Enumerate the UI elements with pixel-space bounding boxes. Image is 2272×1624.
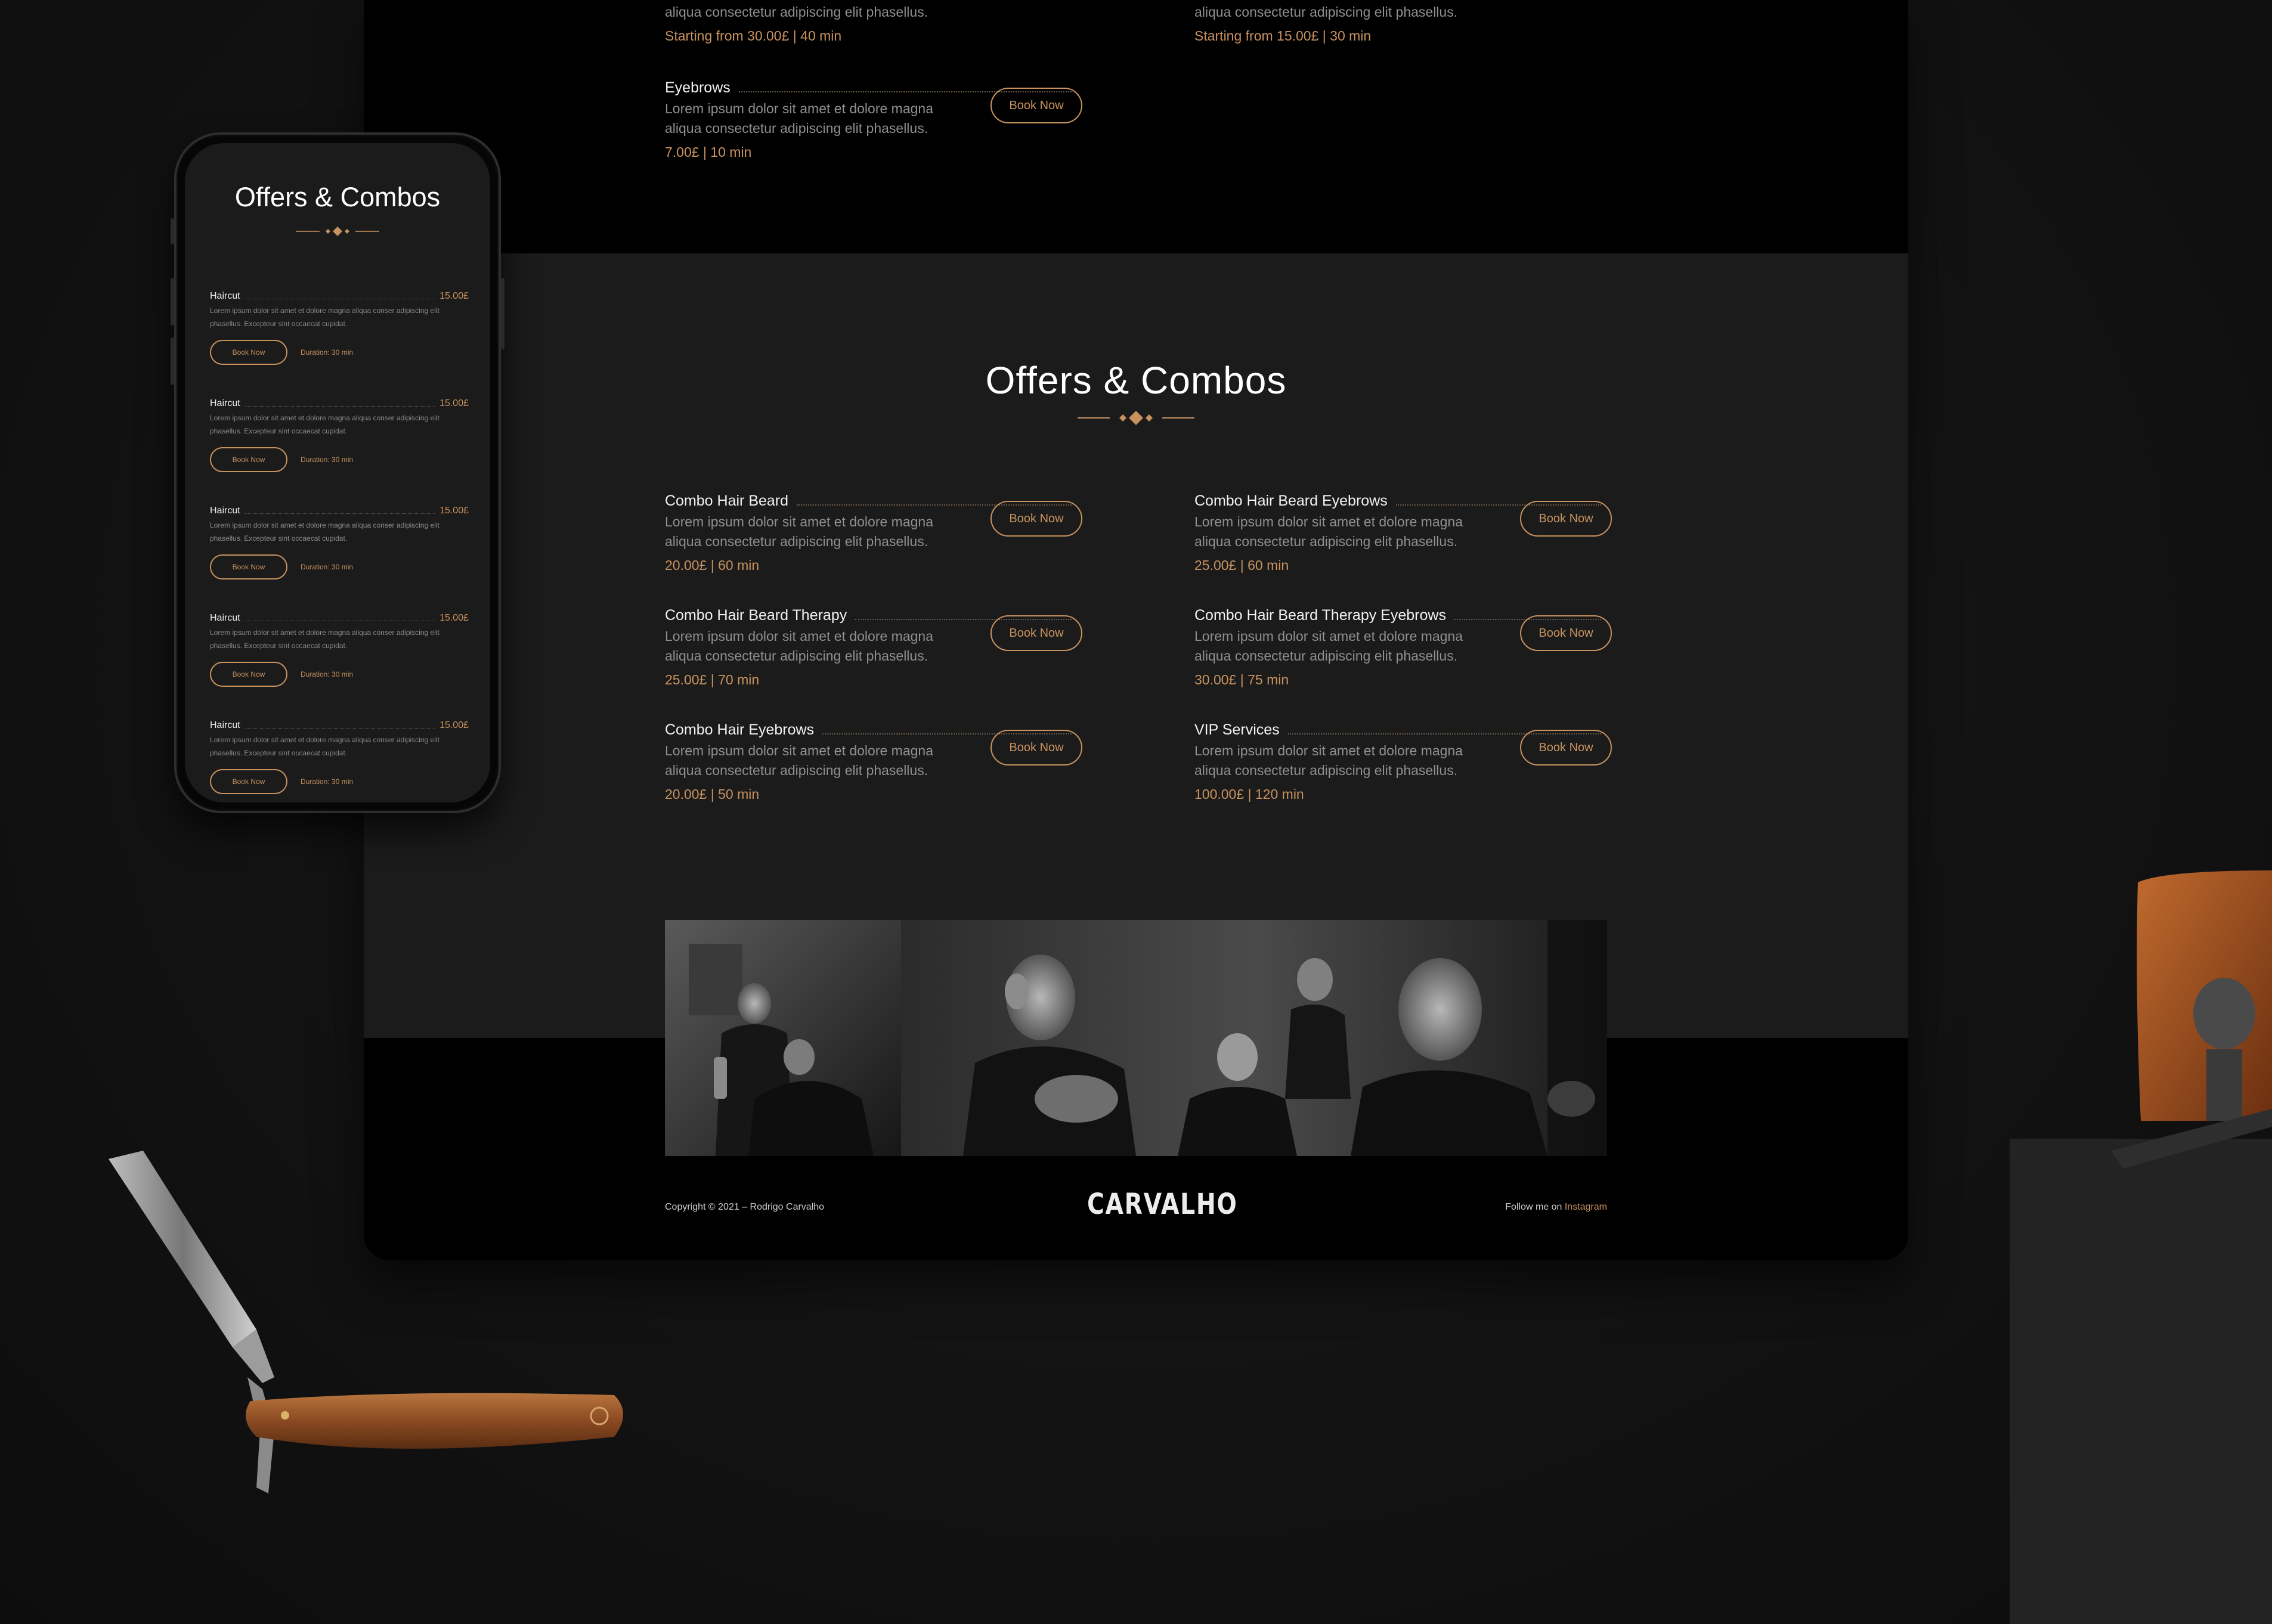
service-item: aliqua consectetur adipiscing elit phase… bbox=[665, 0, 1082, 44]
service-description: Lorem ipsum dolor sit amet et dolore mag… bbox=[665, 101, 933, 136]
book-now-button[interactable]: Book Now bbox=[210, 340, 287, 365]
offer-description: Lorem ipsum dolor sit amet et dolore mag… bbox=[1194, 628, 1463, 664]
mobile-item-price: 15.00£ bbox=[439, 506, 469, 516]
offer-description: Lorem ipsum dolor sit amet et dolore mag… bbox=[1194, 514, 1463, 549]
straight-razor-icon bbox=[109, 1151, 623, 1493]
mobile-item-duration: Duration: 30 min bbox=[301, 348, 354, 357]
copyright-text: Copyright © 2021 – Rodrigo Carvalho bbox=[665, 1202, 825, 1212]
offer-item: Combo Hair Beard Therapy Lorem ipsum dol… bbox=[665, 603, 1082, 688]
mobile-item-price: 15.00£ bbox=[439, 720, 469, 730]
book-now-button[interactable]: Book Now bbox=[210, 769, 287, 794]
service-item: aliqua consectetur adipiscing elit phase… bbox=[1194, 0, 1612, 44]
offer-description: Lorem ipsum dolor sit amet et dolore mag… bbox=[665, 743, 933, 778]
offer-price: 25.00£ | 60 min bbox=[1194, 557, 1289, 573]
offer-name: Combo Hair Beard Therapy bbox=[665, 607, 847, 624]
paper-holder-clip-icon bbox=[2010, 870, 2272, 1624]
mobile-item-price: 15.00£ bbox=[439, 398, 469, 408]
mobile-item-description: Lorem ipsum dolor sit amet et dolore mag… bbox=[210, 736, 439, 757]
offer-description: Lorem ipsum dolor sit amet et dolore mag… bbox=[665, 514, 933, 549]
book-now-button[interactable]: Book Now bbox=[1520, 615, 1612, 651]
service-description: aliqua consectetur adipiscing elit phase… bbox=[1194, 4, 1458, 20]
offer-price: 20.00£ | 50 min bbox=[665, 786, 760, 802]
mobile-item-name: Haircut bbox=[210, 291, 240, 301]
book-now-button[interactable]: Book Now bbox=[210, 447, 287, 472]
mobile-item-description: Lorem ipsum dolor sit amet et dolore mag… bbox=[210, 521, 439, 543]
mobile-item-name: Haircut bbox=[210, 613, 240, 623]
offer-item: Combo Hair Beard Lorem ipsum dolor sit a… bbox=[665, 488, 1082, 574]
offer-name: Combo Hair Beard Therapy Eyebrows bbox=[1194, 607, 1446, 624]
offer-price: 25.00£ | 70 min bbox=[665, 672, 760, 687]
mobile-item-duration: Duration: 30 min bbox=[301, 563, 354, 571]
offer-description: Lorem ipsum dolor sit amet et dolore mag… bbox=[665, 628, 933, 664]
mobile-item-name: Haircut bbox=[210, 398, 240, 408]
mobile-item-duration: Duration: 30 min bbox=[301, 455, 354, 464]
service-price: Starting from 30.00£ | 40 min bbox=[665, 28, 842, 44]
service-price: Starting from 15.00£ | 30 min bbox=[1194, 28, 1372, 44]
service-description: aliqua consectetur adipiscing elit phase… bbox=[665, 4, 928, 20]
book-now-button[interactable]: Book Now bbox=[990, 501, 1082, 537]
mobile-phone-mockup: Offers & Combos Haircut 15.00£ Lorem ips… bbox=[171, 132, 504, 813]
book-now-button[interactable]: Book Now bbox=[1520, 730, 1612, 765]
ornament-divider-icon bbox=[296, 227, 379, 236]
book-now-button[interactable]: Book Now bbox=[210, 554, 287, 579]
offer-item: Combo Hair Beard Eyebrows Lorem ipsum do… bbox=[1194, 488, 1612, 574]
service-name: Eyebrows bbox=[665, 79, 730, 96]
offer-price: 20.00£ | 60 min bbox=[665, 557, 760, 573]
offer-name: Combo Hair Beard bbox=[665, 492, 789, 509]
book-now-button[interactable]: Book Now bbox=[210, 662, 287, 687]
dotted-leader bbox=[244, 513, 435, 514]
book-now-button[interactable]: Book Now bbox=[990, 615, 1082, 651]
service-item-eyebrows: Eyebrows Lorem ipsum dolor sit amet et d… bbox=[665, 75, 1082, 160]
mobile-item-duration: Duration: 30 min bbox=[301, 777, 354, 786]
phone-side-button bbox=[501, 278, 504, 349]
carvalho-logo[interactable]: CARVALHO bbox=[1087, 1188, 1237, 1221]
mobile-item-name: Haircut bbox=[210, 720, 240, 730]
offer-item: Combo Hair Beard Therapy Eyebrows Lorem … bbox=[1194, 603, 1612, 688]
phone-side-button bbox=[171, 218, 174, 244]
mobile-item-name: Haircut bbox=[210, 506, 240, 516]
mobile-offer-item: Haircut 15.00£ Lorem ipsum dolor sit ame… bbox=[210, 290, 469, 365]
ornament-divider-icon bbox=[1078, 411, 1194, 425]
phone-side-button bbox=[171, 337, 174, 385]
offer-name: Combo Hair Eyebrows bbox=[665, 721, 815, 738]
phone-side-button bbox=[171, 278, 174, 326]
mobile-item-price: 15.00£ bbox=[439, 291, 469, 301]
instagram-link[interactable]: Instagram bbox=[1565, 1202, 1607, 1212]
offer-price: 100.00£ | 120 min bbox=[1194, 786, 1304, 802]
mobile-item-description: Lorem ipsum dolor sit amet et dolore mag… bbox=[210, 414, 439, 435]
offer-description: Lorem ipsum dolor sit amet et dolore mag… bbox=[1194, 743, 1463, 778]
book-now-button[interactable]: Book Now bbox=[1520, 501, 1612, 537]
dotted-leader bbox=[244, 406, 435, 407]
follow-label: Follow me on bbox=[1505, 1202, 1565, 1212]
offer-name: VIP Services bbox=[1194, 721, 1280, 738]
desktop-website-mockup: aliqua consectetur adipiscing elit phase… bbox=[364, 0, 1908, 1260]
follow-text: Follow me on Instagram bbox=[1505, 1202, 1607, 1213]
mobile-section-title: Offers & Combos bbox=[234, 182, 441, 212]
book-now-button[interactable]: Book Now bbox=[990, 730, 1082, 765]
barber-photo-strip bbox=[665, 920, 1607, 1156]
offer-price: 30.00£ | 75 min bbox=[1194, 672, 1289, 687]
mobile-offer-item: Haircut 15.00£ Lorem ipsum dolor sit ame… bbox=[210, 719, 469, 794]
services-section: aliqua consectetur adipiscing elit phase… bbox=[364, 0, 1908, 253]
mobile-offer-item: Haircut 15.00£ Lorem ipsum dolor sit ame… bbox=[210, 504, 469, 579]
service-price: 7.00£ | 10 min bbox=[665, 144, 752, 160]
mobile-item-description: Lorem ipsum dolor sit amet et dolore mag… bbox=[210, 628, 439, 650]
offer-item: Combo Hair Eyebrows Lorem ipsum dolor si… bbox=[665, 717, 1082, 802]
dotted-leader bbox=[244, 728, 435, 729]
offer-name: Combo Hair Beard Eyebrows bbox=[1194, 492, 1388, 509]
mobile-offer-item: Haircut 15.00£ Lorem ipsum dolor sit ame… bbox=[210, 612, 469, 687]
offer-item: VIP Services Lorem ipsum dolor sit amet … bbox=[1194, 717, 1612, 802]
barber-photos-image bbox=[665, 920, 1607, 1156]
section-title: Offers & Combos bbox=[985, 359, 1287, 402]
phone-screen: Offers & Combos Haircut 15.00£ Lorem ips… bbox=[185, 143, 490, 802]
mobile-offer-item: Haircut 15.00£ Lorem ipsum dolor sit ame… bbox=[210, 397, 469, 472]
mobile-item-price: 15.00£ bbox=[439, 613, 469, 623]
mobile-item-description: Lorem ipsum dolor sit amet et dolore mag… bbox=[210, 306, 439, 328]
book-now-button[interactable]: Book Now bbox=[990, 88, 1082, 123]
mobile-item-duration: Duration: 30 min bbox=[301, 670, 354, 678]
mockup-scene: aliqua consectetur adipiscing elit phase… bbox=[0, 0, 2272, 1624]
